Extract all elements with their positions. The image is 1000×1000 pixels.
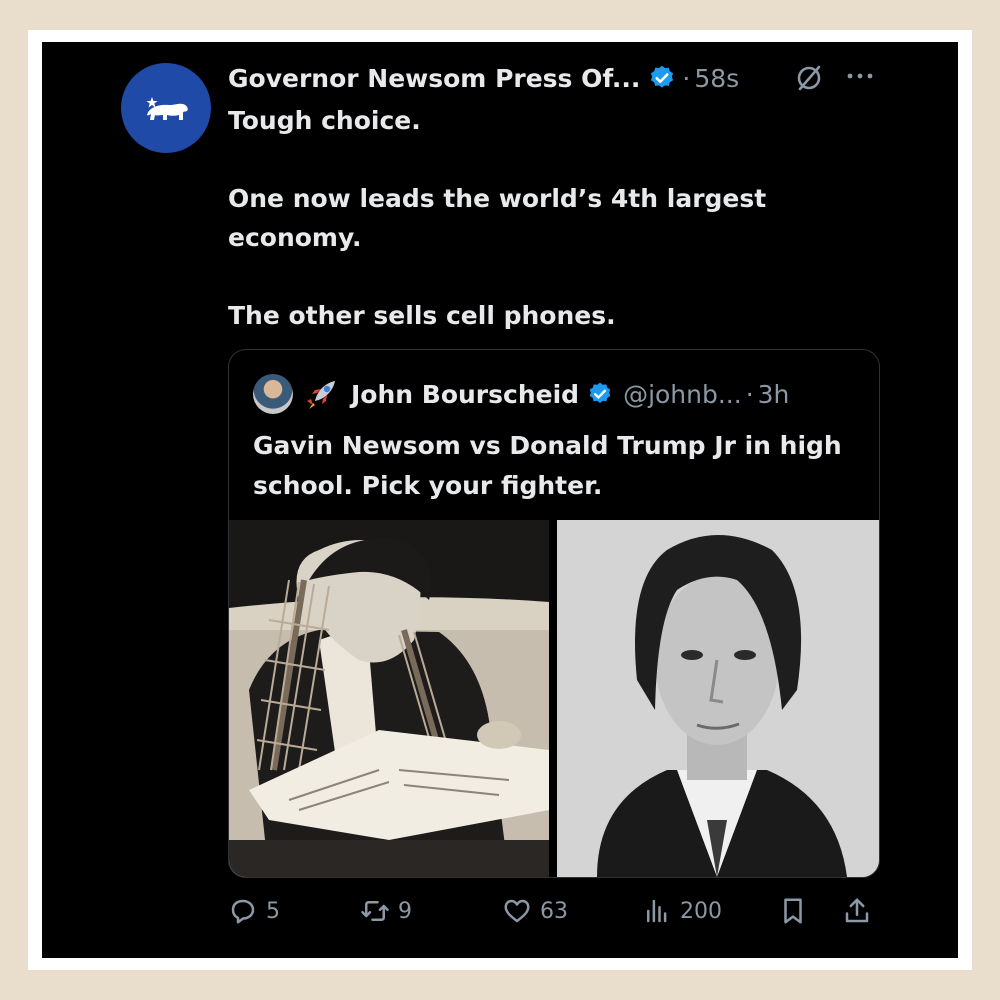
bookmark-button[interactable] [778,893,808,929]
verified-badge-icon [589,382,611,403]
share-icon [845,898,869,923]
quoted-avatar[interactable] [253,374,293,414]
separator-dot: · [682,63,691,93]
like-count: 63 [540,898,568,924]
california-bear-logo [146,97,188,120]
action-bar: 5 9 63 200 [228,893,878,929]
post-text-line-blank [228,140,868,179]
post-text-line-blank [228,257,868,296]
quoted-photo-right[interactable] [557,520,879,877]
bookmark-icon [784,898,802,924]
post-header: Governor Newsom Press Of... · 58s [228,58,739,98]
reply-count: 5 [266,898,280,924]
avatar[interactable] [121,63,211,153]
rocket-icon [307,381,335,409]
quoted-post-header: John Bourscheid @johnb... · 3h [253,374,789,414]
quoted-photo-left[interactable] [229,520,549,877]
more-icon[interactable] [843,66,877,86]
quoted-post[interactable]: John Bourscheid @johnb... · 3h Gavin New… [228,349,880,878]
post-text-line: The other sells cell phones. [228,301,616,330]
repost-count: 9 [398,898,412,924]
quoted-post-text: Gavin Newsom vs Donald Trump Jr in high … [253,431,842,500]
quoted-time[interactable]: 3h [758,380,790,409]
like-button[interactable]: 63 [502,893,568,929]
share-button[interactable] [842,893,872,929]
verified-badge-icon [651,65,674,88]
post-text-line: One now leads the world’s 4th largest ec… [228,184,767,252]
post-time[interactable]: 58s [694,64,739,93]
grok-icon[interactable] [793,62,825,94]
quoted-display-name[interactable]: John Bourscheid [351,380,579,409]
post-text-line: Tough choice. [228,106,421,135]
post-text: Tough choice. One now leads the world’s … [228,101,868,335]
like-icon [504,899,530,923]
reply-button[interactable]: 5 [228,893,280,929]
views-button[interactable]: 200 [642,893,722,929]
reply-icon [231,899,255,924]
retweet-icon [361,901,389,921]
separator-dot: · [745,379,754,409]
views-icon [647,899,667,923]
repost-button[interactable]: 9 [360,893,412,929]
quoted-handle[interactable]: @johnb... [623,380,742,409]
view-count: 200 [680,898,722,924]
display-name[interactable]: Governor Newsom Press Of... [228,64,640,93]
